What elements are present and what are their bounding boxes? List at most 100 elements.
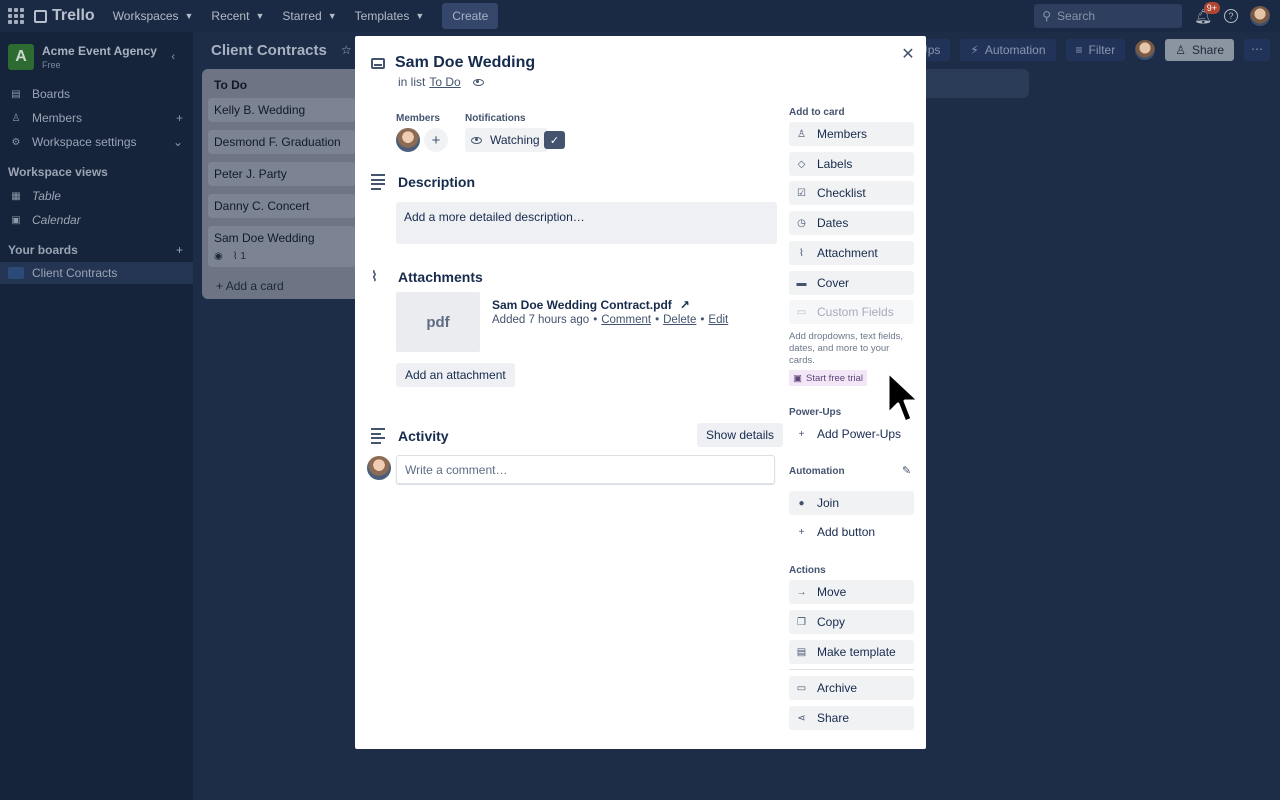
attachment-name[interactable]: Sam Doe Wedding Contract.pdf ↗ bbox=[492, 298, 690, 312]
sidebar-board-client-contracts[interactable]: Client Contracts bbox=[0, 262, 193, 284]
workspace-info: Acme Event Agency Free bbox=[42, 44, 157, 70]
attachment-button[interactable]: ⌇ Attachment bbox=[789, 241, 914, 265]
add-member-button[interactable]: + bbox=[424, 128, 448, 152]
watch-button[interactable]: Watching bbox=[465, 128, 548, 152]
sidebar-item-workspace-settings[interactable]: ⚙ Workspace settings ⌄ bbox=[0, 130, 193, 154]
attachment-badge: ⌇ 1 bbox=[232, 251, 246, 262]
add-card-button[interactable]: + Add a card bbox=[208, 275, 356, 297]
person-add-icon: ♙ bbox=[1175, 43, 1186, 57]
list-card-sam-doe-wedding[interactable]: Sam Doe Wedding ◉ ⌇ 1 bbox=[208, 226, 356, 267]
add-member-plus-icon[interactable]: + bbox=[176, 111, 183, 125]
help-icon[interactable]: ? bbox=[1224, 9, 1238, 23]
search-input[interactable]: ⚲ Search bbox=[1034, 4, 1183, 28]
copy-button[interactable]: ❐ Copy bbox=[789, 610, 914, 634]
attachments-heading: ⌇ Attachments bbox=[371, 268, 483, 285]
sidebar-item-boards[interactable]: ▤ Boards bbox=[0, 82, 193, 106]
chevron-down-icon: ▼ bbox=[415, 11, 425, 21]
workspace-avatar[interactable]: A bbox=[8, 44, 34, 70]
sidebar-item-members[interactable]: ♙ Members + bbox=[0, 106, 193, 130]
activity-icon bbox=[371, 428, 385, 444]
trello-logo[interactable]: Trello bbox=[34, 7, 95, 25]
board-member-avatar[interactable] bbox=[1135, 40, 1156, 60]
list-card[interactable]: Danny C. Concert bbox=[208, 194, 356, 218]
create-button[interactable]: Create bbox=[442, 3, 499, 29]
archive-icon: ▭ bbox=[796, 682, 807, 694]
list-title[interactable]: To Do bbox=[208, 75, 356, 98]
clock-icon: ◷ bbox=[797, 217, 806, 229]
paperclip-icon: ⌇ bbox=[799, 247, 804, 259]
start-free-trial-button[interactable]: ▣ Start free trial bbox=[789, 370, 868, 386]
attachment-delete-link[interactable]: Delete bbox=[663, 314, 696, 326]
list-card[interactable]: Peter J. Party bbox=[208, 162, 356, 186]
nav-starred[interactable]: Starred ▼ bbox=[282, 9, 336, 23]
external-link-icon[interactable]: ↗ bbox=[680, 298, 690, 312]
comment-input[interactable]: Write a comment… bbox=[396, 455, 775, 484]
description-heading: Description bbox=[371, 174, 475, 190]
description-input[interactable]: Add a more detailed description… bbox=[396, 202, 777, 244]
board-icon: ▤ bbox=[11, 88, 21, 100]
card-detail-modal: ✕ Sam Doe Wedding in list To Do Members … bbox=[355, 36, 926, 749]
account-avatar[interactable] bbox=[1250, 6, 1270, 26]
chevron-down-icon: ▼ bbox=[255, 11, 265, 21]
close-icon[interactable]: ✕ bbox=[900, 46, 916, 63]
search-icon: ⚲ bbox=[1042, 9, 1052, 23]
workspace-views-heading: Workspace views bbox=[8, 165, 108, 179]
tag-icon: ◇ bbox=[797, 158, 806, 170]
show-details-button[interactable]: Show details bbox=[697, 423, 784, 447]
nav-recent[interactable]: Recent ▼ bbox=[211, 9, 264, 23]
custom-fields-button[interactable]: ▭ Custom Fields bbox=[789, 300, 914, 324]
card-title[interactable]: Sam Doe Wedding bbox=[395, 54, 535, 72]
list-card[interactable]: Desmond F. Graduation bbox=[208, 130, 356, 154]
share-board-button[interactable]: ♙ Share bbox=[1165, 39, 1234, 61]
cover-button[interactable]: ▬ Cover bbox=[789, 271, 914, 295]
add-board-plus-icon[interactable]: + bbox=[176, 243, 183, 257]
add-button-button[interactable]: + Add button bbox=[789, 520, 914, 544]
attachment-edit-link[interactable]: Edit bbox=[708, 314, 728, 326]
labels-button[interactable]: ◇ Labels bbox=[789, 152, 914, 176]
add-attachment-button[interactable]: Add an attachment bbox=[396, 363, 515, 387]
chevron-down-icon[interactable]: ⌄ bbox=[173, 135, 183, 149]
member-avatar[interactable] bbox=[396, 128, 420, 152]
list-link[interactable]: To Do bbox=[429, 75, 460, 89]
filter-button[interactable]: ≡ Filter bbox=[1065, 39, 1126, 61]
workspace-plan: Free bbox=[42, 60, 61, 70]
custom-fields-icon: ▭ bbox=[796, 306, 807, 318]
filter-icon: ≡ bbox=[1075, 43, 1083, 57]
make-template-button[interactable]: ▤ Make template bbox=[789, 640, 914, 664]
person-filled-icon: ● bbox=[798, 497, 805, 509]
lightning-icon: ⚡︎ bbox=[970, 43, 979, 57]
workspace-name[interactable]: Acme Event Agency bbox=[42, 44, 157, 58]
notifications-label: Notifications bbox=[465, 113, 526, 124]
members-button[interactable]: ♙ Members bbox=[789, 122, 914, 146]
checklist-icon: ☑ bbox=[797, 187, 806, 199]
nav-workspaces[interactable]: Workspaces ▼ bbox=[113, 9, 194, 23]
watching-check-icon[interactable]: ✓ bbox=[544, 131, 565, 149]
join-button[interactable]: ● Join bbox=[789, 491, 914, 515]
card-icon bbox=[371, 57, 385, 69]
edit-pencil-icon[interactable]: ✎ bbox=[902, 464, 911, 477]
move-button[interactable]: → Move bbox=[789, 580, 914, 604]
share-button[interactable]: ⋖ Share bbox=[789, 706, 914, 730]
plus-icon: + bbox=[798, 428, 805, 440]
nav-templates[interactable]: Templates ▼ bbox=[355, 9, 425, 23]
app-switcher-icon[interactable] bbox=[8, 8, 24, 24]
sidebar-item-calendar[interactable]: ▣ Calendar bbox=[0, 208, 193, 232]
attachment-thumbnail[interactable]: pdf bbox=[396, 292, 480, 352]
attachment-comment-link[interactable]: Comment bbox=[601, 314, 651, 326]
collapse-sidebar-icon[interactable]: ‹ bbox=[171, 51, 185, 63]
archive-button[interactable]: ▭ Archive bbox=[789, 676, 914, 700]
checklist-button[interactable]: ☑ Checklist bbox=[789, 181, 914, 205]
dates-button[interactable]: ◷ Dates bbox=[789, 211, 914, 235]
automation-button[interactable]: ⚡︎ Automation bbox=[960, 39, 1056, 61]
more-menu-icon[interactable]: ⋯ bbox=[1244, 39, 1270, 61]
board-title[interactable]: Client Contracts bbox=[211, 42, 327, 59]
star-icon[interactable]: ☆ bbox=[341, 43, 352, 57]
eye-icon bbox=[471, 136, 482, 144]
list-to-do: To Do Kelly B. Wedding Desmond F. Gradua… bbox=[202, 69, 362, 299]
activity-heading: Activity bbox=[371, 428, 449, 444]
actions-divider bbox=[789, 669, 914, 670]
commenter-avatar bbox=[367, 456, 391, 480]
notifications-bell-icon[interactable]: 🔔︎ 9+ bbox=[1194, 1, 1220, 25]
list-card[interactable]: Kelly B. Wedding bbox=[208, 98, 356, 122]
sidebar-item-table[interactable]: ▦ Table bbox=[0, 184, 193, 208]
